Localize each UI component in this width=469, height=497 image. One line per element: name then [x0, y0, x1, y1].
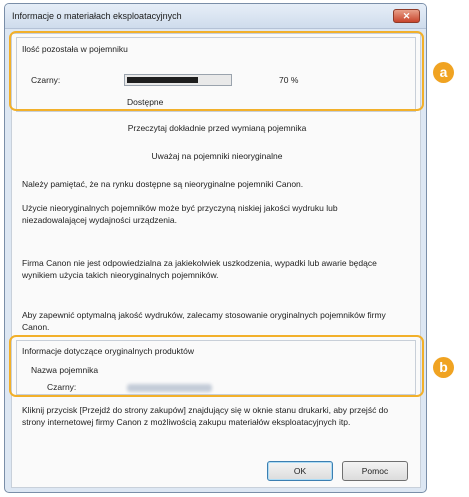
callout-b: b: [433, 357, 454, 378]
notice-paragraph-1: Należy pamiętać, że na rynku dostępne są…: [22, 179, 304, 189]
title-bar: Informacje o materiałach eksploatacyjnyc…: [5, 4, 426, 29]
ok-button[interactable]: OK: [267, 461, 333, 481]
dialog-title: Informacje o materiałach eksploatacyjnyc…: [12, 11, 182, 21]
notice-paragraph-2: Użycie nieoryginalnych pojemników może b…: [22, 203, 338, 225]
highlight-box-a: [9, 31, 424, 111]
close-button[interactable]: ✕: [393, 9, 420, 23]
notice-paragraph-4: Aby zapewnić optymalną jakość wydruków, …: [22, 310, 386, 332]
purchase-info-text: Kliknij przycisk [Przejdź do strony zaku…: [22, 405, 389, 427]
notice-paragraph-3: Firma Canon nie jest odpowiedzialna za j…: [22, 258, 377, 280]
help-button[interactable]: Pomoc: [342, 461, 408, 481]
highlight-box-b: [9, 335, 424, 397]
callout-a: a: [433, 62, 454, 83]
read-before-replace: Przeczytaj dokładnie przed wymianą pojem…: [127, 123, 307, 133]
warning-heading: Uważaj na pojemniki nieoryginalne: [151, 151, 283, 161]
